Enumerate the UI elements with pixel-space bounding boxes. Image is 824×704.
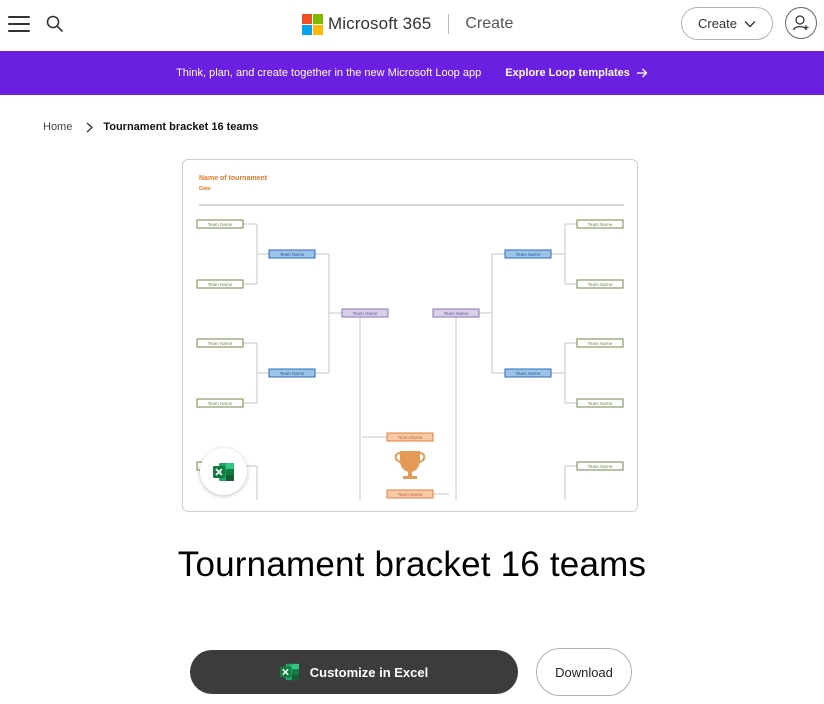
team-slot: Team Name [576,398,624,408]
team-slot: Team Name [576,338,624,348]
add-person-icon [792,15,809,31]
trophy-icon [394,451,426,479]
download-button[interactable]: Download [536,648,632,696]
arrow-right-icon [636,68,648,78]
template-preview[interactable]: Name of tournament Date Team Name Team Na… [182,159,638,512]
team-slot: Team Name [196,398,244,408]
account-button[interactable] [785,7,817,39]
svg-text:Team Name: Team Name [280,371,305,376]
microsoft-logo-icon [302,13,323,35]
svg-text:Team Name: Team Name [353,311,378,316]
team-slot: Team Name [386,489,434,499]
create-label: Create [697,16,738,31]
team-slot: Team Name [504,249,552,259]
svg-text:Team Name: Team Name [588,222,613,227]
loop-promo-banner: Think, plan, and create together in the … [0,51,824,95]
date-label: Date [199,186,211,192]
banner-link-label: Explore Loop templates [505,67,630,79]
svg-text:Team Name: Team Name [208,341,233,346]
team-slot: Team Name [504,368,552,378]
team-slot: Team Name [341,308,389,318]
team-slot: Team Name [268,368,316,378]
brand-name: Microsoft 365 [328,14,432,33]
banner-text: Think, plan, and create together in the … [176,67,482,79]
team-slot: Team Name [576,279,624,289]
svg-text:Team Name: Team Name [588,464,613,469]
svg-text:Team Name: Team Name [588,282,613,287]
download-label: Download [555,664,613,680]
team-slot: Team Name [196,219,244,229]
excel-icon [279,663,299,681]
page-title: Tournament bracket 16 teams [177,545,647,584]
team-slot: Team Name [576,219,624,229]
tournament-name-label: Name of tournament [199,175,268,182]
svg-text:Team Name: Team Name [208,222,233,227]
svg-text:Team Name: Team Name [444,311,469,316]
customize-in-excel-button[interactable]: Customize in Excel [190,650,518,694]
svg-text:Team Name: Team Name [516,371,541,376]
search-icon[interactable] [45,14,65,34]
svg-text:Team Name: Team Name [208,401,233,406]
team-slot: Team Name [196,338,244,348]
excel-badge [200,448,247,495]
breadcrumb-home-link[interactable]: Home [43,121,72,133]
brand-sub: Create [465,15,514,32]
excel-icon [212,462,234,481]
team-slot: Team Name [268,249,316,259]
brand[interactable]: Microsoft 365 Create [302,12,513,36]
team-slot: Team Name [576,461,624,471]
breadcrumb-current: Tournament bracket 16 teams [103,121,259,133]
team-slot: Team Name [432,308,480,318]
svg-text:Team Name: Team Name [588,341,613,346]
chevron-right-icon [86,122,94,132]
svg-text:Team Name: Team Name [516,252,541,257]
svg-text:Team Name: Team Name [208,282,233,287]
svg-text:Team Name: Team Name [280,252,305,257]
brand-separator [448,14,450,34]
team-slot: Team Name [196,279,244,289]
svg-text:Team Name: Team Name [398,435,423,440]
explore-loop-templates-link[interactable]: Explore Loop templates [505,67,648,79]
hamburger-menu-icon[interactable] [8,16,30,32]
chevron-down-icon [744,20,756,27]
breadcrumb: Home Tournament bracket 16 teams [43,121,258,133]
bracket-diagram: Name of tournament Date Team Name Team Na… [196,175,624,500]
customize-label: Customize in Excel [309,664,429,680]
svg-text:Team Name: Team Name [398,492,423,497]
top-nav: Microsoft 365 Create Create [0,0,824,51]
svg-text:Team Name: Team Name [588,401,613,406]
create-dropdown-button[interactable]: Create [681,7,773,40]
team-slot: Team Name [386,432,434,442]
